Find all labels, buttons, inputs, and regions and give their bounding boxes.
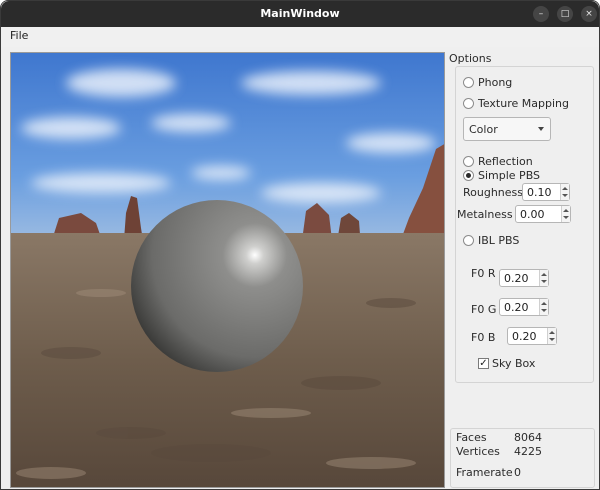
roughness-value: 0.10 <box>527 186 552 199</box>
simple-pbs-radio[interactable] <box>463 170 474 181</box>
phong-radio[interactable] <box>463 77 474 88</box>
spin-down-icon[interactable] <box>549 338 555 341</box>
framerate-value: 0 <box>514 466 521 479</box>
texture-select[interactable]: Color <box>463 117 551 141</box>
skybox-checkbox[interactable]: ✓ <box>478 358 489 369</box>
vertices-value: 4225 <box>514 445 542 458</box>
spin-up-icon[interactable] <box>549 331 555 334</box>
check-icon: ✓ <box>479 358 488 369</box>
spin-down-icon[interactable] <box>541 280 547 283</box>
roughness-spinbox[interactable]: 0.10 <box>522 183 570 201</box>
phong-label: Phong <box>478 76 513 89</box>
window-title: MainWindow <box>260 7 340 20</box>
f0g-spinbox[interactable]: 0.20 <box>499 298 549 316</box>
maximize-button[interactable]: □ <box>557 6 573 22</box>
f0b-label: F0 B <box>471 331 496 344</box>
spin-down-icon[interactable] <box>541 309 547 312</box>
spin-up-icon[interactable] <box>562 187 568 190</box>
ibl-pbs-radio[interactable] <box>463 235 474 246</box>
roughness-label: Roughness <box>463 186 524 199</box>
metalness-spinbox[interactable]: 0.00 <box>515 205 571 223</box>
texture-mapping-label: Texture Mapping <box>478 97 569 110</box>
f0r-spinbox[interactable]: 0.20 <box>499 269 549 287</box>
f0b-spinbox[interactable]: 0.20 <box>507 327 557 345</box>
reflection-label: Reflection <box>478 155 533 168</box>
simple-pbs-label: Simple PBS <box>478 169 541 182</box>
render-viewport[interactable] <box>10 52 445 488</box>
metalness-value: 0.00 <box>520 208 545 221</box>
vertices-label: Vertices <box>456 445 500 458</box>
minimize-button[interactable]: – <box>533 6 549 22</box>
spin-up-icon[interactable] <box>541 302 547 305</box>
options-title: Options <box>449 52 492 65</box>
spin-down-icon[interactable] <box>563 216 569 219</box>
chevron-down-icon <box>538 127 544 131</box>
menu-file[interactable]: File <box>10 29 28 42</box>
framerate-label: Framerate <box>456 466 513 479</box>
faces-value: 8064 <box>514 431 542 444</box>
close-button[interactable]: × <box>581 6 597 22</box>
menu-bar: File <box>1 27 599 47</box>
texture-mapping-radio[interactable] <box>463 98 474 109</box>
main-window: MainWindow – □ × File Options Phong Text… <box>0 0 600 490</box>
texture-select-value: Color <box>469 123 498 136</box>
skybox-label: Sky Box <box>492 357 536 370</box>
spin-down-icon[interactable] <box>562 194 568 197</box>
f0r-label: F0 R <box>471 267 496 280</box>
title-bar[interactable]: MainWindow – □ × <box>1 1 599 27</box>
skybox-scene <box>11 53 444 487</box>
f0b-value: 0.20 <box>512 330 537 343</box>
faces-label: Faces <box>456 431 487 444</box>
pbs-sphere <box>131 200 303 372</box>
f0g-label: F0 G <box>471 303 497 316</box>
ibl-pbs-label: IBL PBS <box>478 234 520 247</box>
reflection-radio[interactable] <box>463 156 474 167</box>
f0r-value: 0.20 <box>504 272 529 285</box>
spin-up-icon[interactable] <box>541 273 547 276</box>
metalness-label: Metalness <box>457 208 513 221</box>
f0g-value: 0.20 <box>504 301 529 314</box>
spin-up-icon[interactable] <box>563 209 569 212</box>
